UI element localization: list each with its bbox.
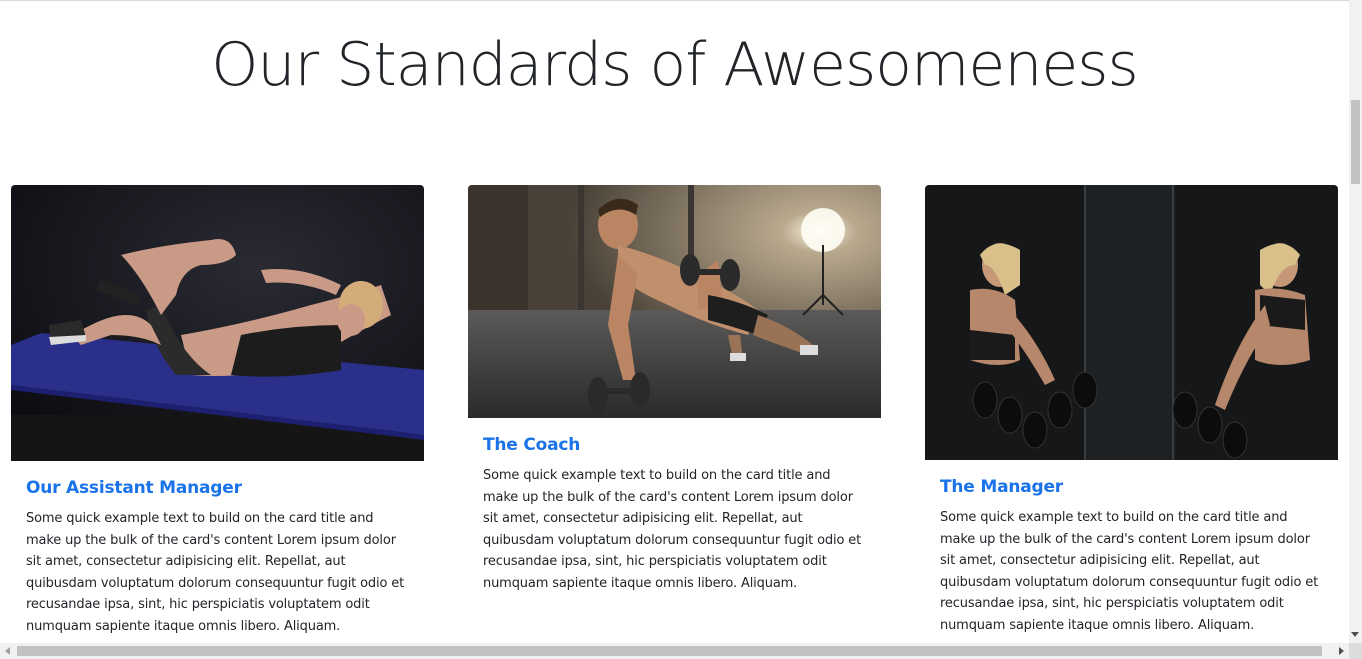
card-body: The Manager Some quick example text to b… <box>925 460 1338 637</box>
card-image <box>11 185 424 461</box>
vertical-scrollbar[interactable] <box>1349 0 1362 643</box>
horizontal-scrollbar-thumb[interactable] <box>17 646 1322 656</box>
card-text: Some quick example text to build on the … <box>940 510 1319 633</box>
page-title: Our Standards of Awesomeness <box>211 30 1139 100</box>
scroll-left-arrow-icon[interactable] <box>5 647 10 655</box>
card-text: Some quick example text to build on the … <box>483 468 862 591</box>
scroll-right-arrow-icon[interactable] <box>1339 647 1344 655</box>
horizontal-scrollbar[interactable] <box>0 643 1349 659</box>
card-image <box>925 185 1338 460</box>
top-border <box>0 0 1349 1</box>
card-assistant-manager: Our Assistant Manager Some quick example… <box>11 185 424 638</box>
card-body: The Coach Some quick example text to bui… <box>468 418 881 595</box>
card-coach: The Coach Some quick example text to bui… <box>468 185 881 595</box>
scroll-down-arrow-icon[interactable] <box>1351 632 1359 637</box>
card-image <box>468 185 881 418</box>
vertical-scrollbar-thumb[interactable] <box>1351 100 1360 184</box>
card-title[interactable]: Our Assistant Manager <box>26 477 409 499</box>
card-title[interactable]: The Coach <box>483 434 866 456</box>
card-text: Some quick example text to build on the … <box>26 511 405 634</box>
card-body: Our Assistant Manager Some quick example… <box>11 461 424 638</box>
scrollbar-corner <box>1349 643 1362 659</box>
card-title[interactable]: The Manager <box>940 476 1323 498</box>
card-manager: The Manager Some quick example text to b… <box>925 185 1338 637</box>
